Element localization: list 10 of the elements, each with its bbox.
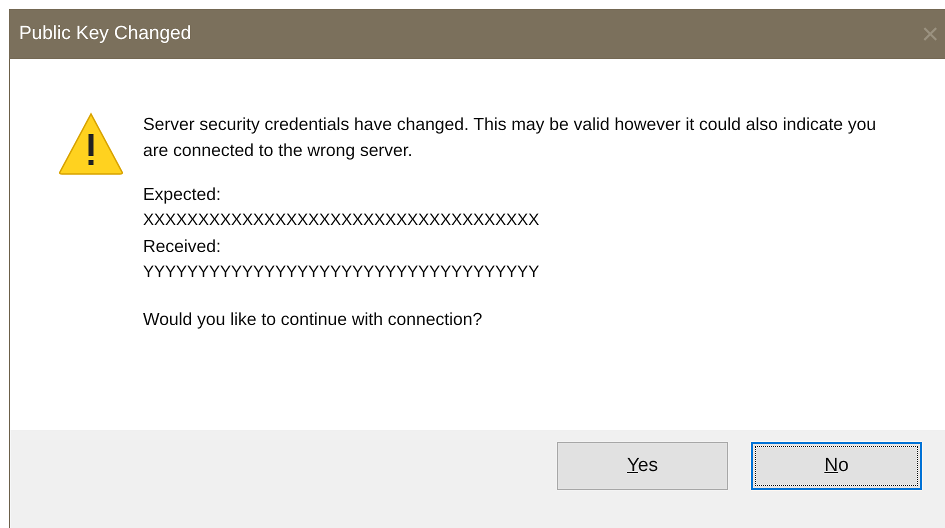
dialog-button[interactable]: No bbox=[751, 442, 922, 490]
detail-value: XXXXXXXXXXXXXXXXXXXXXXXXXXXXXXXXXXXX bbox=[143, 210, 540, 231]
detail-label: Expected: bbox=[143, 183, 222, 206]
detail-label: Received: bbox=[143, 235, 222, 258]
warning-icon bbox=[58, 112, 124, 176]
detail-value: YYYYYYYYYYYYYYYYYYYYYYYYYYYYYYYYYYYY bbox=[143, 262, 540, 283]
message-text: Server security credentials have changed. This may be valid however it could also indicate you are connected to the wrong server. bbox=[143, 113, 878, 162]
question-text: Would you like to continue with connection? bbox=[143, 308, 484, 331]
dialog-button[interactable]: Yes bbox=[557, 442, 728, 490]
window-title: Public Key Changed bbox=[19, 22, 192, 46]
